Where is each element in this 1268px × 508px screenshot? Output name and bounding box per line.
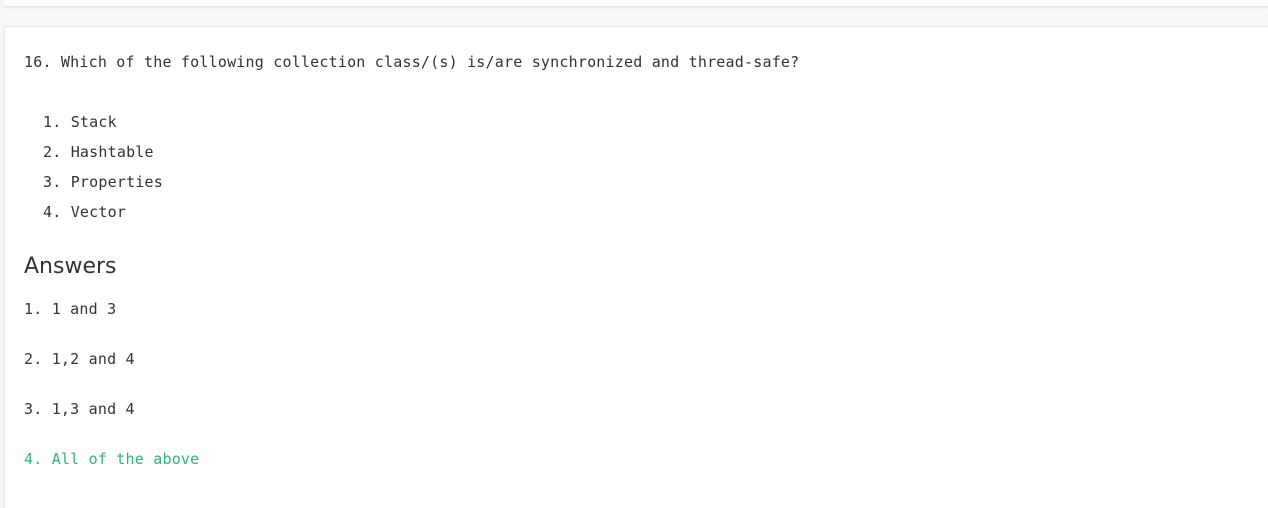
question-items-list: 1. Stack 2. Hashtable 3. Properties 4. V… [43, 112, 163, 232]
answer-option-3[interactable]: 3. 1,3 and 4 [24, 399, 199, 449]
answer-option-2[interactable]: 2. 1,2 and 4 [24, 349, 199, 399]
question-item: 1. Stack [43, 113, 117, 131]
question-item: 3. Properties [43, 173, 163, 191]
answers-heading: Answers [24, 254, 117, 279]
question-card: 16. Which of the following collection cl… [4, 26, 1268, 508]
question-item: 2. Hashtable [43, 143, 154, 161]
answer-options-list: 1. 1 and 3 2. 1,2 and 4 3. 1,3 and 4 4. … [24, 299, 199, 499]
previous-question-card [4, 0, 1268, 7]
question-item: 4. Vector [43, 203, 127, 221]
answer-option-1[interactable]: 1. 1 and 3 [24, 299, 199, 349]
question-text: 16. Which of the following collection cl… [24, 53, 800, 71]
answer-option-4-correct[interactable]: 4. All of the above [24, 449, 199, 499]
